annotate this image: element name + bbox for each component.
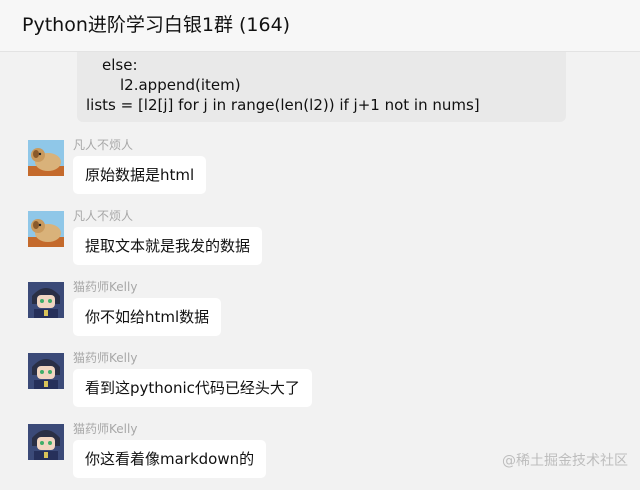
sender-name: 猫药师Kelly	[73, 280, 138, 294]
chat-message: 凡人不烦人 原始数据是html	[0, 136, 640, 206]
sender-name: 凡人不烦人	[73, 138, 134, 152]
anime-character-avatar[interactable]	[28, 353, 64, 389]
anime-character-avatar[interactable]	[28, 282, 64, 318]
message-bubble[interactable]: 提取文本就是我发的数据	[73, 227, 263, 265]
sender-name: 猫药师Kelly	[73, 351, 138, 365]
message-bubble[interactable]: 你不如给html数据	[73, 298, 222, 336]
code-line: else:	[102, 56, 138, 74]
message-bubble[interactable]: 你这看着像markdown的	[73, 440, 267, 478]
dog-avatar[interactable]	[28, 211, 64, 247]
sender-name: 凡人不烦人	[73, 209, 134, 223]
chat-message: 猫药师Kelly 你不如给html数据	[0, 278, 640, 348]
anime-character-avatar[interactable]	[28, 424, 64, 460]
chat-title: Python进阶学习白银1群 (164)	[22, 14, 291, 36]
watermark: @稀土掘金技术社区	[502, 453, 628, 469]
chat-message: 猫药师Kelly 看到这pythonic代码已经头大了	[0, 349, 640, 419]
code-line: lists = [l2[j] for j in range(len(l2)) i…	[86, 96, 480, 114]
message-bubble[interactable]: 原始数据是html	[73, 156, 207, 194]
code-message-bubble: else: l2.append(item) lists = [l2[j] for…	[77, 52, 566, 122]
message-bubble[interactable]: 看到这pythonic代码已经头大了	[73, 369, 312, 407]
dog-avatar[interactable]	[28, 140, 64, 176]
sender-name: 猫药师Kelly	[73, 422, 138, 436]
chat-message: 凡人不烦人 提取文本就是我发的数据	[0, 207, 640, 277]
chat-title-bar: Python进阶学习白银1群 (164)	[0, 0, 640, 52]
code-line: l2.append(item)	[120, 76, 241, 94]
